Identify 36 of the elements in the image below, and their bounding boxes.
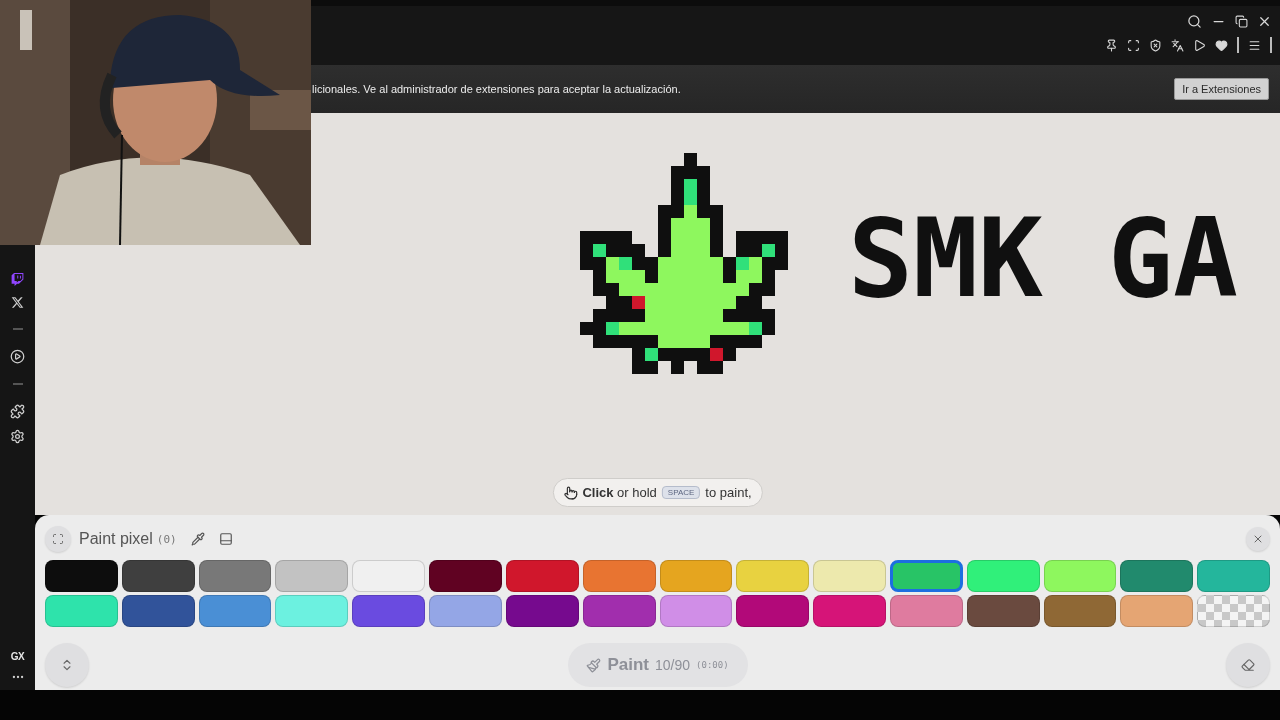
panel-icon[interactable]	[218, 532, 233, 546]
pipette-icon[interactable]	[190, 532, 205, 546]
hint-text: Click or hold	[582, 485, 657, 500]
heart-icon[interactable]	[1215, 38, 1228, 52]
menu-icon[interactable]	[1248, 38, 1261, 52]
expand-button[interactable]	[45, 526, 71, 552]
settings-icon[interactable]	[10, 429, 25, 444]
panel-title: Paint pixel	[79, 530, 153, 548]
x-icon[interactable]	[11, 296, 24, 309]
close-icon[interactable]	[1257, 14, 1272, 29]
shield-icon[interactable]	[1149, 38, 1162, 52]
eraser-button[interactable]	[1226, 643, 1270, 687]
toggle-button[interactable]	[45, 643, 89, 687]
snapshot-icon[interactable]	[1127, 38, 1140, 52]
hint-text: to paint,	[705, 485, 752, 500]
brush-icon	[586, 657, 602, 673]
notification-text: licionales. Ve al administrador de extensiones para aceptar la actualización.	[312, 83, 681, 95]
restore-icon[interactable]	[1235, 15, 1248, 28]
twitch-icon[interactable]	[11, 273, 24, 286]
expand-icon	[52, 533, 64, 545]
close-icon	[1252, 533, 1264, 545]
pixel-count: (0)	[156, 532, 177, 546]
gx-logo[interactable]: GX	[10, 651, 25, 662]
transparent-swatch[interactable]	[1197, 595, 1270, 627]
extensions-button[interactable]: Ir a Extensiones	[1174, 78, 1269, 100]
key-badge: SPACE	[661, 486, 701, 499]
eraser-icon	[1241, 658, 1255, 672]
pin-icon[interactable]	[1105, 38, 1118, 52]
search-icon[interactable]	[1187, 14, 1202, 29]
play-icon[interactable]	[1193, 38, 1206, 52]
pixel-lettering: SMK GA	[848, 205, 1239, 313]
translate-icon[interactable]	[1171, 38, 1184, 52]
color-swatch[interactable]	[889, 560, 963, 592]
pointer-icon	[563, 485, 578, 500]
puzzle-icon[interactable]	[10, 404, 25, 419]
play-circle-icon[interactable]	[10, 349, 25, 364]
